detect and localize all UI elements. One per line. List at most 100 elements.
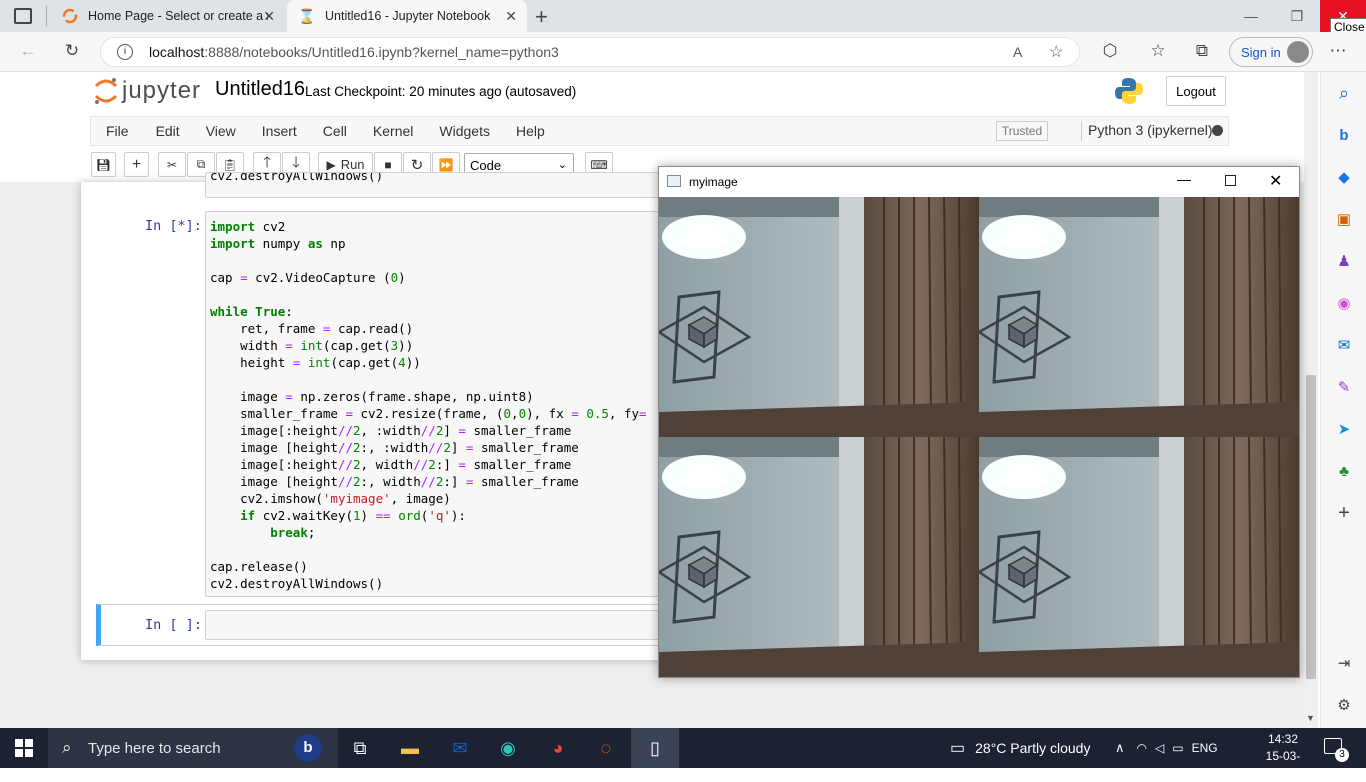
tree-icon[interactable]: ♣ (1333, 460, 1355, 482)
kernel-separator (1081, 121, 1082, 141)
opencv-window-title: myimage (689, 175, 738, 189)
jupyter-menu-bar: File Edit View Insert Cell Kernel Widget… (90, 116, 1229, 146)
opencv-title-bar[interactable]: myimage — ✕ (659, 167, 1299, 197)
menu-kernel[interactable]: Kernel (360, 123, 426, 139)
favorite-add-icon[interactable]: ☆ (1049, 42, 1063, 62)
minimize-icon[interactable]: — (1177, 171, 1191, 187)
office-icon[interactable]: ◉ (1333, 292, 1355, 314)
chevron-up-icon[interactable]: ∧ (1115, 740, 1125, 756)
settings-icon[interactable]: ⚙ (1333, 694, 1355, 716)
edge-sidebar: ⌕ b ◆ ▣ ♟ ◉ ✉ ✎ ➤ ♣ + ⇥ ⚙ (1320, 72, 1366, 728)
tab-jupyter-notebook[interactable]: ⌛ Untitled16 - Jupyter Notebook ✕ (287, 0, 527, 32)
back-icon[interactable]: ← (12, 36, 44, 66)
menu-insert[interactable]: Insert (249, 123, 310, 139)
language-indicator[interactable]: ENG (1192, 741, 1218, 755)
menu-widgets[interactable]: Widgets (426, 123, 503, 139)
empty-cell-input[interactable] (205, 610, 660, 640)
sidebar-toggle-icon[interactable]: ⇥ (1333, 652, 1355, 674)
kernel-name[interactable]: Python 3 (ipykernel) (1088, 122, 1213, 138)
bing-chat-icon[interactable]: b (294, 734, 322, 762)
kernel-busy-indicator (1212, 125, 1223, 136)
info-icon[interactable]: i (117, 44, 133, 60)
scroll-down-icon[interactable]: ▼ (1306, 713, 1315, 723)
minimize-icon[interactable]: — (1228, 0, 1274, 32)
notification-count: 3 (1335, 748, 1349, 762)
mail-icon[interactable]: ✉ (446, 734, 474, 762)
jupyter-logo-text: jupyter (122, 77, 202, 104)
frame-bottom-right (977, 435, 1299, 677)
task-view-icon[interactable]: ⧉ (346, 734, 374, 762)
tab-actions-icon[interactable] (14, 8, 32, 24)
autosave-status: (autosaved) (505, 84, 577, 99)
logout-button[interactable]: Logout (1166, 76, 1226, 106)
search-icon[interactable]: ⌕ (1333, 82, 1355, 104)
cell-type-value: Code (470, 157, 502, 173)
jupyter-logo-icon (94, 78, 118, 104)
url-host: localhost (149, 44, 205, 60)
jupyter-taskbar-icon[interactable]: ◌ (592, 734, 620, 762)
scrollbar-thumb[interactable] (1306, 375, 1316, 679)
code-cell-input[interactable]: import cv2 import numpy as np cap = cv2.… (205, 211, 660, 597)
read-aloud-icon[interactable]: A (1013, 44, 1022, 60)
designer-icon[interactable]: ✎ (1333, 376, 1355, 398)
previous-cell-code: cv2.destroyAllWindows() (210, 172, 384, 183)
frame-bottom-left (659, 435, 981, 677)
url-field[interactable]: i localhost:8888/notebooks/Untitled16.ip… (100, 37, 1080, 67)
jupyter-logo[interactable]: jupyter (92, 76, 201, 106)
sign-in-button[interactable]: Sign in (1229, 37, 1313, 67)
favorites-icon[interactable]: ☆ (1142, 36, 1174, 66)
maximize-icon[interactable] (1225, 175, 1236, 186)
add-icon[interactable]: + (1333, 502, 1355, 524)
trusted-indicator[interactable]: Trusted (996, 121, 1048, 141)
telegram-icon[interactable]: ➤ (1333, 418, 1355, 440)
edge-icon[interactable]: ◉ (494, 734, 522, 762)
tab-divider (46, 6, 47, 26)
menu-edit[interactable]: Edit (142, 123, 193, 139)
chevron-down-icon: ⌄ (557, 159, 567, 171)
menu-view[interactable]: View (193, 123, 249, 139)
python-logo-icon (1114, 76, 1144, 109)
games-icon[interactable]: ♟ (1333, 250, 1355, 272)
close-tab-icon[interactable]: ✕ (505, 8, 517, 25)
file-explorer-icon[interactable]: ▬ (396, 734, 424, 762)
close-window-icon[interactable]: ✕ (1269, 171, 1282, 191)
camera-frame-grid (659, 197, 1299, 677)
display-icon[interactable]: ▭ (1172, 741, 1183, 755)
cut-icon[interactable]: ✂ (158, 152, 186, 177)
weather-widget[interactable]: ▭ 28°C Partly cloudy (950, 728, 1090, 768)
bing-icon[interactable]: b (1333, 124, 1355, 146)
taskbar-clock[interactable]: 14:32 15-03-2023 (1258, 731, 1308, 782)
avatar (1287, 41, 1309, 63)
volume-icon[interactable]: ◁ (1155, 741, 1164, 755)
clock-time: 14:32 (1267, 732, 1299, 746)
shopping-icon[interactable]: ◆ (1333, 166, 1355, 188)
notebook-title[interactable]: Untitled16 (215, 78, 305, 101)
run-label: Run (340, 157, 365, 172)
restore-icon[interactable]: ❐ (1274, 0, 1320, 32)
menu-help[interactable]: Help (503, 123, 558, 139)
extensions-icon[interactable]: ⬡ (1094, 36, 1126, 66)
collections-icon[interactable]: ⧉ (1186, 36, 1218, 66)
insert-cell-icon[interactable]: + (124, 152, 149, 177)
search-icon: ⌕ (62, 738, 72, 757)
tools-icon[interactable]: ▣ (1333, 208, 1355, 230)
outlook-icon[interactable]: ✉ (1333, 334, 1355, 356)
refresh-icon[interactable]: ↻ (56, 36, 88, 66)
save-icon[interactable]: 💾︎ (91, 152, 116, 177)
close-tab-icon[interactable]: ✕ (263, 8, 275, 25)
frame-top-left (659, 197, 981, 439)
more-menu-icon[interactable]: ⋯ (1322, 36, 1354, 66)
taskbar-search-box[interactable]: ⌕ Type here to search b (48, 728, 338, 768)
tab-home-page[interactable]: Home Page - Select or create a n ✕ (50, 0, 285, 32)
network-icon[interactable]: ◠ (1137, 741, 1147, 755)
new-tab-icon[interactable]: + (535, 4, 548, 30)
menu-cell[interactable]: Cell (310, 123, 360, 139)
windows-start-icon[interactable] (10, 734, 38, 762)
notepad-icon[interactable]: ▯ (641, 734, 669, 762)
menu-file[interactable]: File (91, 123, 142, 139)
previous-cell-input[interactable]: cv2.destroyAllWindows() (205, 172, 660, 198)
jupyter-favicon-icon (62, 8, 78, 24)
hourglass-icon: ⌛ (298, 7, 316, 24)
chrome-icon[interactable]: ◕ (544, 734, 572, 762)
cell-prompt-empty: In [ ]: (145, 617, 202, 633)
